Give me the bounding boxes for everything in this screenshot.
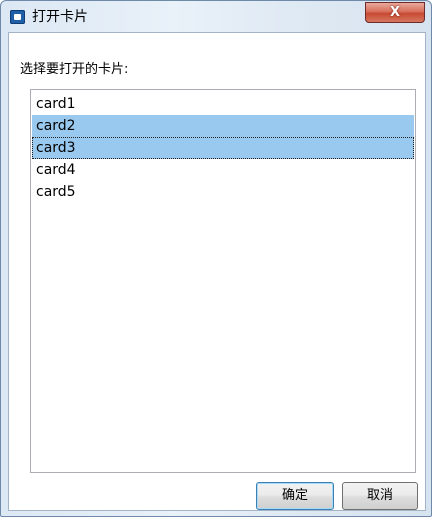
ok-button[interactable]: 确定 <box>256 482 334 510</box>
cancel-button[interactable]: 取消 <box>342 482 418 510</box>
card-listbox[interactable]: card1 card2 card3 card4 card5 <box>30 89 416 473</box>
list-item-card1[interactable]: card1 <box>32 93 414 115</box>
list-item-card5[interactable]: card5 <box>32 181 414 203</box>
dialog-client-area: 选择要打开的卡片: card1 card2 card3 card4 card5 … <box>8 32 426 511</box>
window-title: 打开卡片 <box>32 9 88 25</box>
prompt-label: 选择要打开的卡片: <box>20 62 129 77</box>
app-icon <box>10 10 25 24</box>
dialog-window: 打开卡片 X 选择要打开的卡片: card1 card2 card3 card4… <box>0 0 432 517</box>
list-item-card4[interactable]: card4 <box>32 159 414 181</box>
list-item-card2[interactable]: card2 <box>32 115 414 137</box>
title-bar[interactable]: 打开卡片 X <box>1 1 431 33</box>
close-button[interactable]: X <box>365 2 425 23</box>
list-item-card3[interactable]: card3 <box>32 137 414 159</box>
